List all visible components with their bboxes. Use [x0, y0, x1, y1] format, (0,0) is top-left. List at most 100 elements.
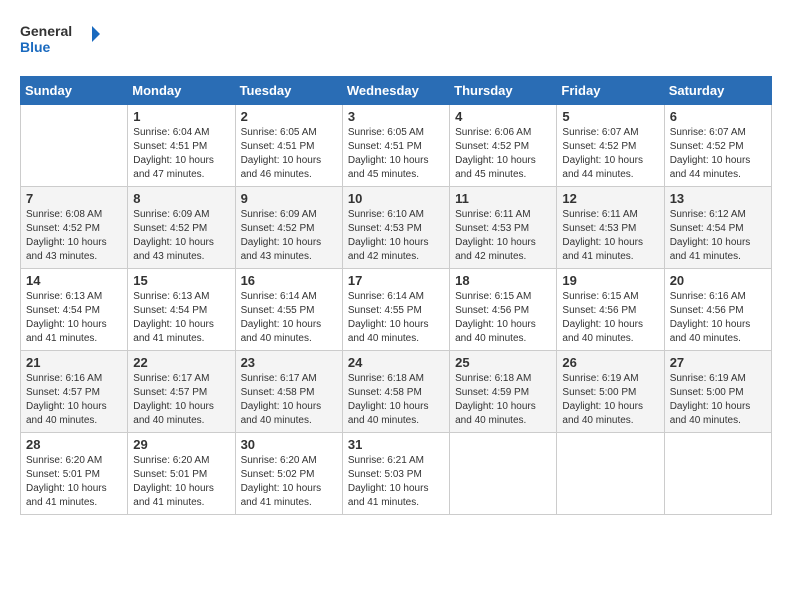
- header: General Blue: [20, 20, 772, 60]
- calendar-cell: 5 Sunrise: 6:07 AM Sunset: 4:52 PM Daylig…: [557, 105, 664, 187]
- day-number: 12: [562, 191, 658, 206]
- calendar-body: 1 Sunrise: 6:04 AM Sunset: 4:51 PM Daylig…: [21, 105, 772, 515]
- day-info: Sunrise: 6:16 AM Sunset: 4:57 PM Dayligh…: [26, 372, 122, 428]
- day-info: Sunrise: 6:05 AM Sunset: 4:51 PM Dayligh…: [241, 126, 337, 182]
- calendar-cell: 14 Sunrise: 6:13 AM Sunset: 4:54 PM Dayli…: [21, 269, 128, 351]
- calendar-cell: 27Sunrise: 6:19 AM Sunset: 5:00 PM Dayli…: [664, 351, 771, 433]
- day-info: Sunrise: 6:05 AM Sunset: 4:51 PM Dayligh…: [348, 126, 444, 182]
- calendar-cell: 9 Sunrise: 6:09 AM Sunset: 4:52 PM Daylig…: [235, 187, 342, 269]
- day-info: Sunrise: 6:11 AM Sunset: 4:53 PM Dayligh…: [562, 208, 658, 264]
- weekday-header-monday: Monday: [128, 77, 235, 105]
- calendar-cell: 29 Sunrise: 6:20 AM Sunset: 5:01 PM Dayli…: [128, 433, 235, 515]
- day-info: Sunrise: 6:12 AM Sunset: 4:54 PM Dayligh…: [670, 208, 766, 264]
- calendar-cell: 18 Sunrise: 6:15 AM Sunset: 4:56 PM Dayli…: [450, 269, 557, 351]
- day-info: Sunrise: 6:07 AM Sunset: 4:52 PM Dayligh…: [562, 126, 658, 182]
- weekday-header-tuesday: Tuesday: [235, 77, 342, 105]
- day-info: Sunrise: 6:11 AM Sunset: 4:53 PM Dayligh…: [455, 208, 551, 264]
- calendar-header: SundayMondayTuesdayWednesdayThursdayFrid…: [21, 77, 772, 105]
- day-number: 14: [26, 273, 122, 288]
- day-info: Sunrise: 6:19 AM Sunset: 5:00 PM Dayligh…: [562, 372, 658, 428]
- day-number: 13: [670, 191, 766, 206]
- logo-icon: General Blue: [20, 20, 100, 60]
- calendar-cell: 24 Sunrise: 6:18 AM Sunset: 4:58 PM Dayli…: [342, 351, 449, 433]
- day-info: Sunrise: 6:15 AM Sunset: 4:56 PM Dayligh…: [562, 290, 658, 346]
- day-number: 7: [26, 191, 122, 206]
- calendar-cell: 15Sunrise: 6:13 AM Sunset: 4:54 PM Dayli…: [128, 269, 235, 351]
- day-info: Sunrise: 6:15 AM Sunset: 4:56 PM Dayligh…: [455, 290, 551, 346]
- day-info: Sunrise: 6:18 AM Sunset: 4:59 PM Dayligh…: [455, 372, 551, 428]
- calendar-cell: 2Sunrise: 6:05 AM Sunset: 4:51 PM Daylig…: [235, 105, 342, 187]
- day-number: 18: [455, 273, 551, 288]
- day-number: 31: [348, 437, 444, 452]
- calendar-cell: 1 Sunrise: 6:04 AM Sunset: 4:51 PM Daylig…: [128, 105, 235, 187]
- day-number: 25: [455, 355, 551, 370]
- day-number: 9: [241, 191, 337, 206]
- calendar-week-1: 1 Sunrise: 6:04 AM Sunset: 4:51 PM Daylig…: [21, 105, 772, 187]
- calendar-cell: 28 Sunrise: 6:20 AM Sunset: 5:01 PM Dayli…: [21, 433, 128, 515]
- day-number: 6: [670, 109, 766, 124]
- calendar-cell: 23 Sunrise: 6:17 AM Sunset: 4:58 PM Dayli…: [235, 351, 342, 433]
- day-info: Sunrise: 6:13 AM Sunset: 4:54 PM Dayligh…: [26, 290, 122, 346]
- day-info: Sunrise: 6:09 AM Sunset: 4:52 PM Dayligh…: [241, 208, 337, 264]
- day-number: 10: [348, 191, 444, 206]
- day-info: Sunrise: 6:10 AM Sunset: 4:53 PM Dayligh…: [348, 208, 444, 264]
- day-number: 20: [670, 273, 766, 288]
- day-number: 11: [455, 191, 551, 206]
- calendar-cell: 16 Sunrise: 6:14 AM Sunset: 4:55 PM Dayli…: [235, 269, 342, 351]
- calendar-cell: [450, 433, 557, 515]
- calendar-table: SundayMondayTuesdayWednesdayThursdayFrid…: [20, 76, 772, 515]
- day-info: Sunrise: 6:04 AM Sunset: 4:51 PM Dayligh…: [133, 126, 229, 182]
- calendar-cell: 30 Sunrise: 6:20 AM Sunset: 5:02 PM Dayli…: [235, 433, 342, 515]
- day-number: 28: [26, 437, 122, 452]
- calendar-cell: 10 Sunrise: 6:10 AM Sunset: 4:53 PM Dayli…: [342, 187, 449, 269]
- day-info: Sunrise: 6:20 AM Sunset: 5:01 PM Dayligh…: [133, 454, 229, 510]
- day-number: 1: [133, 109, 229, 124]
- weekday-header-sunday: Sunday: [21, 77, 128, 105]
- calendar-week-5: 28 Sunrise: 6:20 AM Sunset: 5:01 PM Dayli…: [21, 433, 772, 515]
- calendar-cell: 22 Sunrise: 6:17 AM Sunset: 4:57 PM Dayli…: [128, 351, 235, 433]
- weekday-row: SundayMondayTuesdayWednesdayThursdayFrid…: [21, 77, 772, 105]
- calendar-week-2: 7Sunrise: 6:08 AM Sunset: 4:52 PM Daylig…: [21, 187, 772, 269]
- day-number: 21: [26, 355, 122, 370]
- calendar-week-4: 21 Sunrise: 6:16 AM Sunset: 4:57 PM Dayli…: [21, 351, 772, 433]
- day-number: 17: [348, 273, 444, 288]
- calendar-cell: [664, 433, 771, 515]
- day-number: 4: [455, 109, 551, 124]
- day-info: Sunrise: 6:18 AM Sunset: 4:58 PM Dayligh…: [348, 372, 444, 428]
- day-number: 24: [348, 355, 444, 370]
- calendar-cell: 6Sunrise: 6:07 AM Sunset: 4:52 PM Daylig…: [664, 105, 771, 187]
- day-info: Sunrise: 6:17 AM Sunset: 4:58 PM Dayligh…: [241, 372, 337, 428]
- day-number: 29: [133, 437, 229, 452]
- day-info: Sunrise: 6:20 AM Sunset: 5:01 PM Dayligh…: [26, 454, 122, 510]
- weekday-header-wednesday: Wednesday: [342, 77, 449, 105]
- calendar-cell: 19Sunrise: 6:15 AM Sunset: 4:56 PM Dayli…: [557, 269, 664, 351]
- svg-text:General: General: [20, 23, 72, 39]
- calendar-cell: 26Sunrise: 6:19 AM Sunset: 5:00 PM Dayli…: [557, 351, 664, 433]
- calendar-cell: 21 Sunrise: 6:16 AM Sunset: 4:57 PM Dayli…: [21, 351, 128, 433]
- day-number: 30: [241, 437, 337, 452]
- day-info: Sunrise: 6:16 AM Sunset: 4:56 PM Dayligh…: [670, 290, 766, 346]
- day-info: Sunrise: 6:14 AM Sunset: 4:55 PM Dayligh…: [241, 290, 337, 346]
- day-number: 16: [241, 273, 337, 288]
- calendar-cell: 25 Sunrise: 6:18 AM Sunset: 4:59 PM Dayli…: [450, 351, 557, 433]
- calendar-cell: 3 Sunrise: 6:05 AM Sunset: 4:51 PM Daylig…: [342, 105, 449, 187]
- calendar-cell: 13 Sunrise: 6:12 AM Sunset: 4:54 PM Dayli…: [664, 187, 771, 269]
- calendar-cell: 12 Sunrise: 6:11 AM Sunset: 4:53 PM Dayli…: [557, 187, 664, 269]
- day-info: Sunrise: 6:17 AM Sunset: 4:57 PM Dayligh…: [133, 372, 229, 428]
- day-info: Sunrise: 6:20 AM Sunset: 5:02 PM Dayligh…: [241, 454, 337, 510]
- day-number: 8: [133, 191, 229, 206]
- day-number: 23: [241, 355, 337, 370]
- day-info: Sunrise: 6:21 AM Sunset: 5:03 PM Dayligh…: [348, 454, 444, 510]
- calendar-cell: 8 Sunrise: 6:09 AM Sunset: 4:52 PM Daylig…: [128, 187, 235, 269]
- calendar-cell: [557, 433, 664, 515]
- weekday-header-friday: Friday: [557, 77, 664, 105]
- day-info: Sunrise: 6:09 AM Sunset: 4:52 PM Dayligh…: [133, 208, 229, 264]
- day-number: 27: [670, 355, 766, 370]
- day-number: 22: [133, 355, 229, 370]
- calendar-week-3: 14 Sunrise: 6:13 AM Sunset: 4:54 PM Dayli…: [21, 269, 772, 351]
- calendar-cell: 17Sunrise: 6:14 AM Sunset: 4:55 PM Dayli…: [342, 269, 449, 351]
- day-number: 5: [562, 109, 658, 124]
- day-info: Sunrise: 6:06 AM Sunset: 4:52 PM Dayligh…: [455, 126, 551, 182]
- calendar-cell: [21, 105, 128, 187]
- day-number: 3: [348, 109, 444, 124]
